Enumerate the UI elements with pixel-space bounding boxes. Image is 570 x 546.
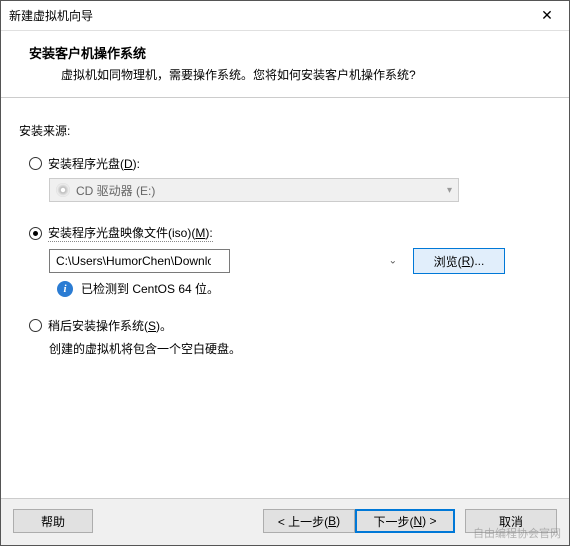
disc-drive-select[interactable]: CD 驱动器 (E:) ▾ [49,178,459,202]
option-later-label: 稍后安装操作系统(S)。 [48,317,172,334]
window-title: 新建虚拟机向导 [9,7,93,24]
header-desc: 虚拟机如同物理机，需要操作系统。您将如何安装客户机操作系统? [29,66,549,83]
info-icon: i [57,281,73,297]
next-button[interactable]: 下一步(N) > [355,509,455,533]
wizard-content: 安装来源: 安装程序光盘(D): CD 驱动器 (E:) ▾ 安装程序光盘映像文… [1,98,569,498]
titlebar: 新建虚拟机向导 ✕ [1,1,569,31]
detected-os-info: i 已检测到 CentOS 64 位。 [57,280,551,297]
install-source-label: 安装来源: [19,122,551,139]
iso-path-input[interactable] [49,249,230,273]
cancel-button[interactable]: 取消 [465,509,557,533]
option-iso-file[interactable]: 安装程序光盘映像文件(iso)(M): [29,224,551,242]
option-disc-label: 安装程序光盘(D): [48,155,140,172]
browse-button[interactable]: 浏览(R)... [413,248,505,274]
option-later-desc: 创建的虚拟机将包含一个空白硬盘。 [49,340,551,357]
disc-drive-text: CD 驱动器 (E:) [76,182,155,199]
back-button[interactable]: < 上一步(B) [263,509,355,533]
option-iso-label: 安装程序光盘映像文件(iso)(M): [48,224,213,242]
wizard-footer: 帮助 < 上一步(B) 下一步(N) > 取消 自由编程协会官网 [1,498,569,545]
cd-icon [56,183,70,197]
radio-icon [29,319,42,332]
chevron-down-icon: ▾ [447,185,452,196]
close-button[interactable]: ✕ [525,1,569,31]
help-button[interactable]: 帮助 [13,509,93,533]
wizard-header: 安装客户机操作系统 虚拟机如同物理机，需要操作系统。您将如何安装客户机操作系统? [1,31,569,98]
detected-os-text: 已检测到 CentOS 64 位。 [81,280,219,297]
option-install-later[interactable]: 稍后安装操作系统(S)。 [29,317,551,334]
chevron-down-icon: ⌄ [389,256,397,267]
option-installer-disc[interactable]: 安装程序光盘(D): [29,155,551,172]
radio-icon [29,227,42,240]
radio-icon [29,157,42,170]
header-title: 安装客户机操作系统 [29,43,549,62]
